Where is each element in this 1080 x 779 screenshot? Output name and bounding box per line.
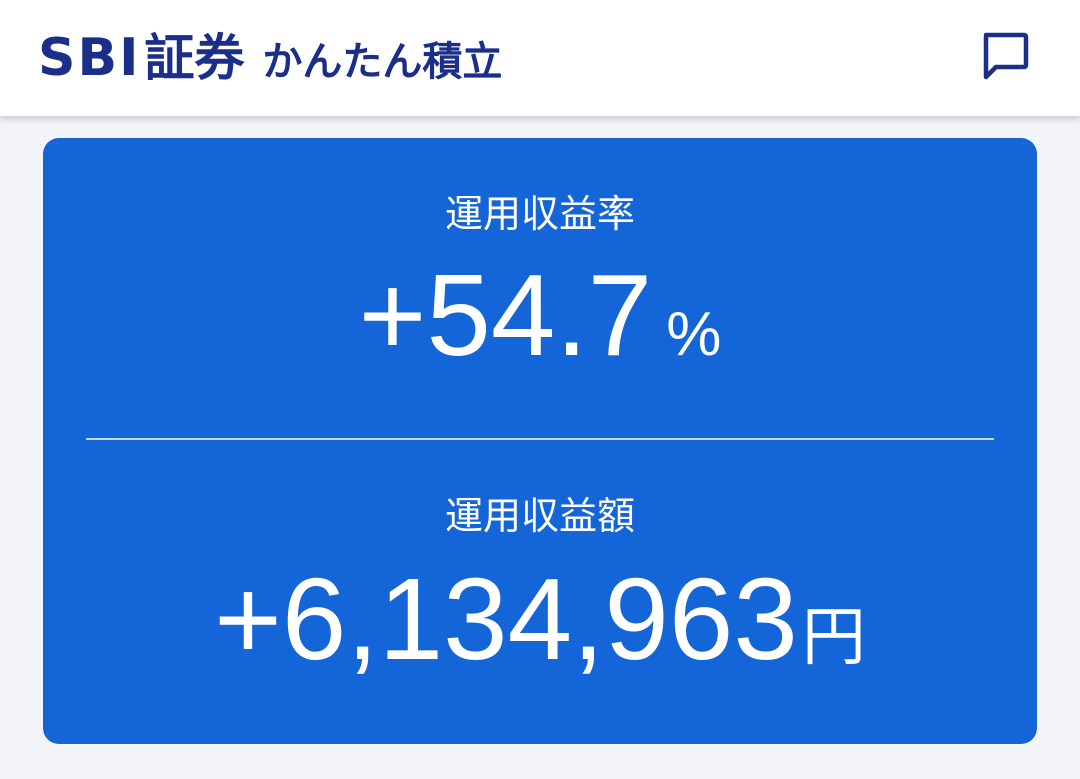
chat-button[interactable] bbox=[974, 28, 1036, 86]
returns-summary-card: 運用収益率 +54.7% 運用収益額 +6,134,963円 bbox=[43, 138, 1037, 744]
return-amount-value-row: +6,134,963円 bbox=[43, 554, 1037, 684]
divider bbox=[86, 438, 994, 440]
brand-sbi-text: SBI bbox=[38, 28, 141, 88]
return-amount-value: +6,134,963 bbox=[214, 554, 798, 684]
return-rate-value-row: +54.7% bbox=[43, 250, 1037, 380]
brand-shoken-text: 証券 bbox=[144, 29, 245, 87]
chat-bubble-icon bbox=[983, 32, 1029, 80]
app-header: SBI 証券 かんたん積立 bbox=[0, 0, 1080, 116]
return-rate-unit: % bbox=[666, 300, 722, 369]
return-amount-label: 運用収益額 bbox=[444, 494, 635, 538]
return-rate-label: 運用収益率 bbox=[444, 192, 635, 236]
brand-logo: SBI 証券 かんたん積立 bbox=[38, 26, 502, 90]
return-rate-value: +54.7 bbox=[358, 250, 653, 380]
return-amount-unit: 円 bbox=[801, 601, 866, 675]
product-name: かんたん積立 bbox=[262, 39, 503, 85]
